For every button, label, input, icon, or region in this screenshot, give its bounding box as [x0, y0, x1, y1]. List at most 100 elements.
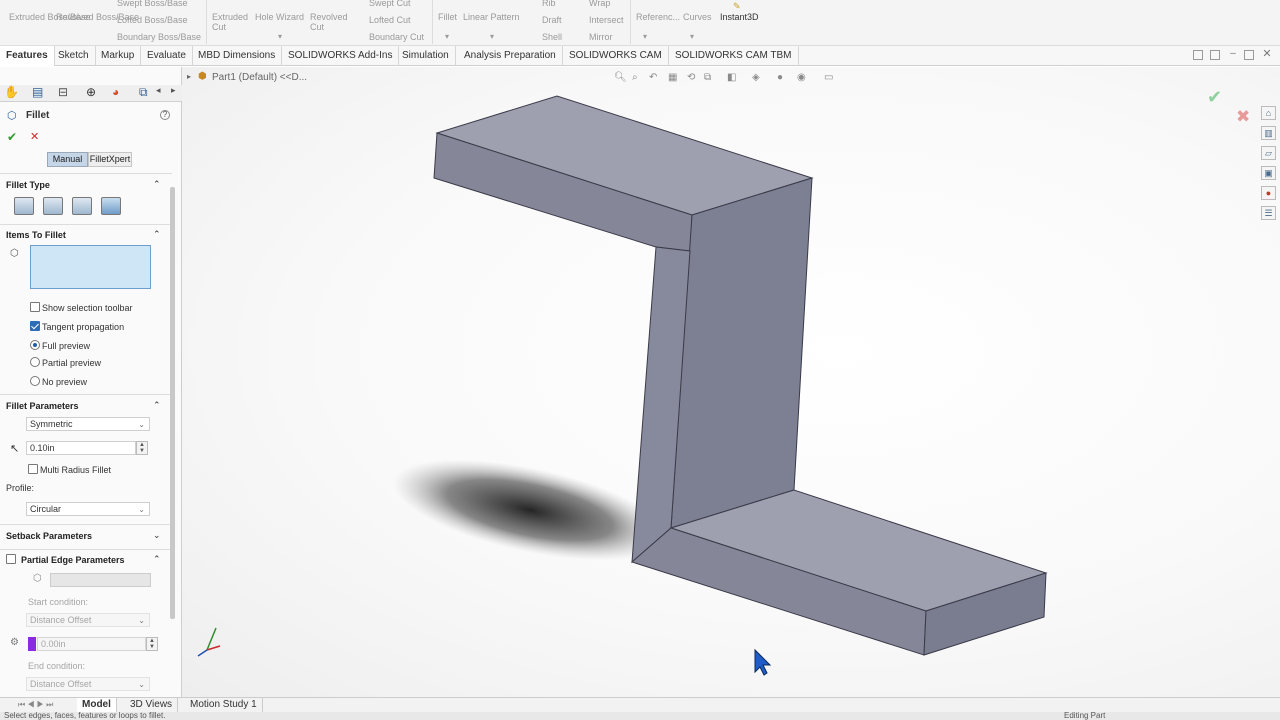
- close-icon[interactable]: ✕: [1262, 49, 1272, 60]
- restore-icon[interactable]: [1210, 50, 1220, 60]
- multi-radius-label: Multi Radius Fillet: [40, 465, 112, 475]
- partial-preview-radio[interactable]: [30, 357, 40, 367]
- property-manager-icon[interactable]: ▤: [32, 85, 54, 101]
- full-preview-radio[interactable]: [30, 340, 40, 350]
- collapse-icon[interactable]: ⌃: [153, 180, 161, 189]
- tangent-propagation-checkbox[interactable]: [30, 321, 40, 331]
- tab-motion-study[interactable]: Motion Study 1: [185, 698, 263, 713]
- variable-size-fillet-icon[interactable]: [43, 197, 63, 215]
- tab-markup[interactable]: Markup: [95, 46, 142, 66]
- shell-button[interactable]: Shell: [542, 32, 562, 42]
- symmetric-dropdown[interactable]: Symmetric ⌄: [26, 417, 150, 431]
- tab-scroll-icons[interactable]: ⏮ ◀ ▶ ⏭: [18, 700, 53, 710]
- chevron-down-icon[interactable]: ▾: [690, 32, 694, 42]
- show-selection-toolbar-checkbox[interactable]: [30, 302, 40, 312]
- end-condition-dropdown[interactable]: Distance Offset ⌄: [26, 677, 150, 691]
- rib-button[interactable]: Rib: [542, 0, 556, 8]
- tangent-propagation-label: Tangent propagation: [42, 322, 125, 332]
- display-manager-icon[interactable]: ◕: [112, 85, 134, 101]
- curves-button[interactable]: Curves: [683, 12, 712, 22]
- partial-edge-checkbox[interactable]: [6, 554, 16, 564]
- full-round-fillet-icon[interactable]: [101, 197, 121, 215]
- draft-button[interactable]: Draft: [542, 15, 562, 25]
- face-fillet-icon[interactable]: [72, 197, 92, 215]
- tab-features[interactable]: Features: [0, 46, 55, 66]
- intersect-button[interactable]: Intersect: [589, 15, 624, 25]
- offset-input[interactable]: 0.00in: [37, 637, 146, 651]
- setback-parameters-header[interactable]: Setback Parameters: [6, 531, 92, 541]
- linear-pattern-button[interactable]: Linear Pattern: [463, 12, 520, 22]
- revolved-cut-button[interactable]: Revolved Cut: [310, 12, 350, 32]
- tab-sketch[interactable]: Sketch: [52, 46, 96, 66]
- config-manager-icon[interactable]: ⊟: [58, 85, 80, 101]
- radius-input[interactable]: 0.10in: [26, 441, 136, 455]
- chevron-down-icon[interactable]: ▾: [643, 32, 647, 42]
- collapse-icon[interactable]: ⌃: [153, 555, 161, 564]
- help-icon[interactable]: ?: [160, 110, 170, 120]
- radius-spinner[interactable]: ▲ ▼: [136, 441, 148, 455]
- feature-tree-icon[interactable]: ✋: [4, 85, 26, 101]
- triad-icon: [197, 627, 221, 657]
- wrap-button[interactable]: Wrap: [589, 0, 610, 8]
- start-condition-label: Start condition:: [28, 597, 89, 607]
- design-library-icon[interactable]: ▥: [1261, 126, 1276, 140]
- profile-dropdown[interactable]: Circular ⌄: [26, 502, 150, 516]
- graphics-viewport[interactable]: ▸ ⬢ Part1 (Default) <<D... 🔍︎ ⌕ ↶ ▦ ⟲ ⧉ …: [182, 67, 1280, 697]
- edge-select-icon: ⬡: [33, 573, 42, 584]
- panel-scrollbar[interactable]: [170, 187, 175, 619]
- view-palette-icon[interactable]: ▣: [1261, 166, 1276, 180]
- lofted-cut-button[interactable]: Lofted Cut: [369, 15, 411, 25]
- extruded-cut-button[interactable]: Extruded Cut: [212, 12, 252, 32]
- items-to-fillet-header: Items To Fillet: [6, 230, 66, 240]
- instant3d-icon: ✎: [733, 1, 741, 11]
- reference-geometry-button[interactable]: Referenc...: [636, 12, 680, 22]
- lofted-boss-button[interactable]: Lofted Boss/Base: [117, 15, 188, 25]
- mirror-button[interactable]: Mirror: [589, 32, 613, 42]
- hole-wizard-button[interactable]: Hole Wizard: [255, 12, 304, 22]
- tab-analysis-preparation[interactable]: Analysis Preparation: [458, 46, 563, 66]
- collapse-icon[interactable]: ⌃: [153, 401, 161, 410]
- custom-properties-icon[interactable]: ☰: [1261, 206, 1276, 220]
- web-side-face[interactable]: [670, 177, 813, 529]
- start-condition-dropdown[interactable]: Distance Offset ⌄: [26, 613, 150, 627]
- filletxpert-tab[interactable]: FilletXpert: [88, 152, 132, 167]
- status-mode: Editing Part: [1064, 711, 1106, 720]
- tab-solidworks-add-ins[interactable]: SOLIDWORKS Add-Ins: [282, 46, 400, 66]
- no-preview-radio[interactable]: [30, 376, 40, 386]
- ok-check-icon[interactable]: ✔: [7, 130, 17, 144]
- boundary-cut-button[interactable]: Boundary Cut: [369, 32, 424, 42]
- chevron-down-icon[interactable]: ▾: [490, 32, 494, 42]
- swept-boss-button[interactable]: Swept Boss/Base: [117, 0, 188, 8]
- collapse-icon[interactable]: ⌃: [153, 230, 161, 239]
- instant3d-button[interactable]: Instant3D: [720, 12, 759, 22]
- panel-title: Fillet: [26, 110, 50, 121]
- offset-spinner[interactable]: ▲ ▼: [146, 637, 158, 651]
- swept-cut-button[interactable]: Swept Cut: [369, 0, 411, 8]
- expand-icon[interactable]: ⌄: [153, 531, 161, 540]
- partial-edge-selection[interactable]: [50, 573, 151, 587]
- dimxpert-icon[interactable]: ⊕: [86, 85, 108, 101]
- chevron-down-icon[interactable]: ▾: [445, 32, 449, 42]
- constant-size-fillet-icon[interactable]: [14, 197, 34, 215]
- cancel-x-icon[interactable]: ✕: [30, 130, 39, 143]
- tile-icon[interactable]: [1193, 50, 1203, 60]
- tab-solidworks-cam-tbm[interactable]: SOLIDWORKS CAM TBM: [669, 46, 799, 66]
- boundary-boss-button[interactable]: Boundary Boss/Base: [117, 32, 201, 42]
- tab-solidworks-cam[interactable]: SOLIDWORKS CAM: [563, 46, 669, 66]
- partial-preview-label: Partial preview: [42, 358, 102, 368]
- folder-icon[interactable]: ▱: [1261, 146, 1276, 160]
- fillet-button[interactable]: Fillet: [438, 12, 457, 22]
- fillet-feature-icon: ⬡: [7, 110, 17, 122]
- maximize-icon[interactable]: [1244, 50, 1254, 60]
- minimize-icon[interactable]: –: [1228, 49, 1238, 60]
- home-icon[interactable]: ⌂: [1261, 106, 1276, 120]
- multi-radius-checkbox[interactable]: [28, 464, 38, 474]
- manual-tab[interactable]: Manual: [47, 152, 88, 167]
- tab-simulation[interactable]: Simulation: [396, 46, 456, 66]
- tab-mbd-dimensions[interactable]: MBD Dimensions: [192, 46, 283, 66]
- radius-icon: ↖: [10, 443, 20, 455]
- appearance-icon[interactable]: ●: [1261, 186, 1276, 200]
- items-selection-box[interactable]: [30, 245, 151, 289]
- tab-evaluate[interactable]: Evaluate: [141, 46, 193, 66]
- chevron-down-icon[interactable]: ▾: [278, 32, 282, 42]
